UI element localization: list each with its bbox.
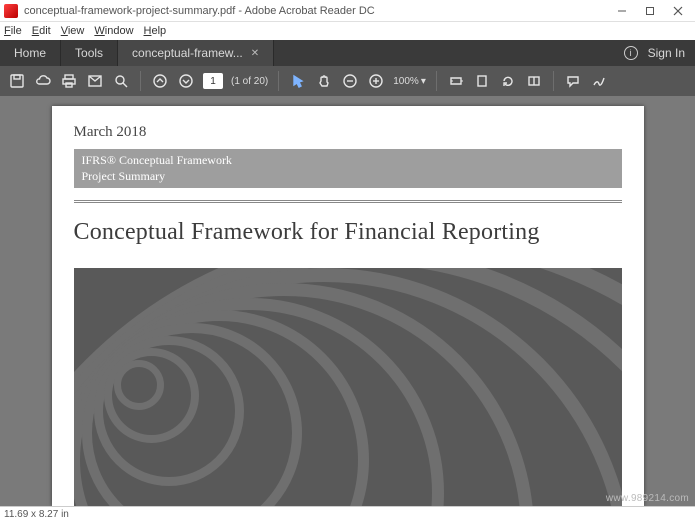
tab-tools[interactable]: Tools [61,40,118,66]
document-date: March 2018 [74,124,622,141]
tab-tools-label: Tools [75,46,103,60]
maximize-button[interactable] [643,4,657,18]
zoom-out-icon[interactable] [341,72,359,90]
info-icon[interactable]: i [624,46,638,60]
fit-page-icon[interactable] [473,72,491,90]
tab-home-label: Home [14,46,46,60]
read-mode-icon[interactable] [525,72,543,90]
page-up-icon[interactable] [151,72,169,90]
window-title-file: conceptual-framework-project-summary.pdf [24,5,235,17]
window-title: conceptual-framework-project-summary.pdf… [24,5,375,17]
menu-edit[interactable]: Edit [32,25,51,37]
save-icon[interactable] [8,72,26,90]
page-count-label: (1 of 20) [231,76,268,87]
cover-art [74,268,622,506]
fit-width-icon[interactable] [447,72,465,90]
menu-view[interactable]: View [61,25,85,37]
rotate-icon[interactable] [499,72,517,90]
band-line-2: Project Summary [82,169,614,185]
status-bar: 11.69 x 8.27 in [0,506,695,522]
band-line-1: IFRS® Conceptual Framework [82,153,614,169]
sign-in-button[interactable]: Sign In [648,46,685,60]
chevron-down-icon: ▾ [421,76,426,87]
toolbar: 1 (1 of 20) 100% ▾ [0,66,695,96]
watermark: www.989214.com [606,493,689,504]
page-down-icon[interactable] [177,72,195,90]
zoom-in-icon[interactable] [367,72,385,90]
comment-icon[interactable] [564,72,582,90]
page-dimensions-label: 11.69 x 8.27 in [4,509,69,520]
document-viewport[interactable]: March 2018 IFRS® Conceptual Framework Pr… [0,96,695,506]
sign-icon[interactable] [590,72,608,90]
search-icon[interactable] [112,72,130,90]
divider-rule [74,200,622,203]
zoom-dropdown[interactable]: 100% ▾ [393,76,426,87]
menu-bar: File Edit View Window Help [0,22,695,40]
tab-close-icon[interactable]: ✕ [251,48,259,59]
menu-help[interactable]: Help [144,25,167,37]
title-bar: conceptual-framework-project-summary.pdf… [0,0,695,22]
tab-strip: Home Tools conceptual-framew... ✕ i Sign… [0,40,695,66]
email-icon[interactable] [86,72,104,90]
page-number-input[interactable]: 1 [203,73,223,89]
minimize-button[interactable] [615,4,629,18]
page-number-value: 1 [210,76,216,87]
hand-tool-icon[interactable] [315,72,333,90]
zoom-value: 100% [393,76,419,87]
menu-window[interactable]: Window [94,25,133,37]
sign-in-label: Sign In [648,46,685,60]
menu-file[interactable]: File [4,25,22,37]
cloud-icon[interactable] [34,72,52,90]
tab-document-label: conceptual-framew... [132,46,243,60]
close-button[interactable] [671,4,685,18]
pdf-page: March 2018 IFRS® Conceptual Framework Pr… [52,106,644,506]
tab-document[interactable]: conceptual-framew... ✕ [118,40,274,66]
tab-home[interactable]: Home [0,40,61,66]
selection-tool-icon[interactable] [289,72,307,90]
acrobat-app-icon [4,4,18,18]
print-icon[interactable] [60,72,78,90]
document-heading: Conceptual Framework for Financial Repor… [74,219,622,246]
window-title-app: Adobe Acrobat Reader DC [245,5,375,17]
document-band: IFRS® Conceptual Framework Project Summa… [74,149,622,188]
